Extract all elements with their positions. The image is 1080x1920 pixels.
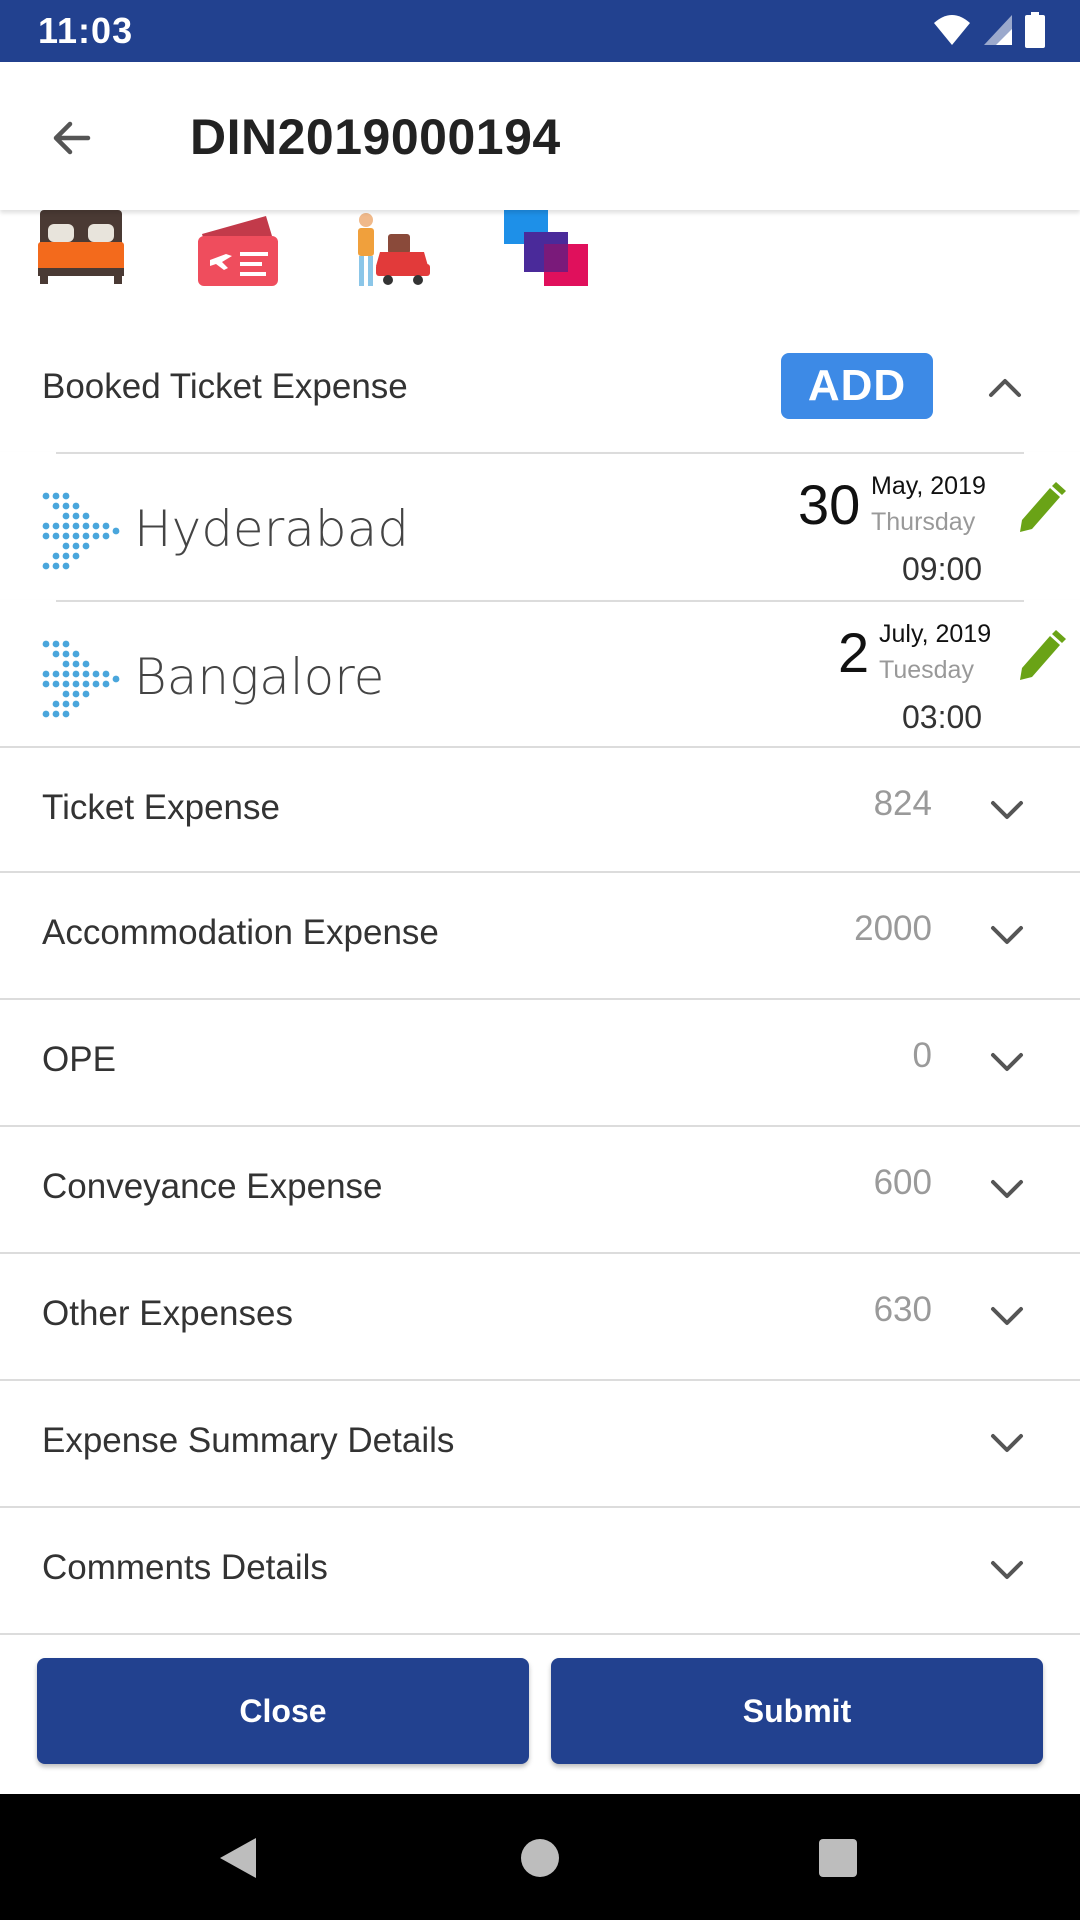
pencil-icon <box>1020 630 1066 680</box>
row-label: Other Expenses <box>42 1294 293 1333</box>
chevron-down-icon <box>991 1561 1023 1579</box>
submit-button[interactable]: Submit <box>551 1658 1043 1764</box>
triangle-back-icon <box>220 1838 256 1878</box>
row-label: Expense Summary Details <box>42 1421 455 1460</box>
expand-button[interactable] <box>982 911 1032 961</box>
nav-recents-button[interactable] <box>808 1828 868 1888</box>
chevron-down-icon <box>991 1307 1023 1325</box>
row-label: Ticket Expense <box>42 788 280 827</box>
expense-row-ope[interactable]: OPE 0 <box>0 1000 1080 1127</box>
navigation-bar <box>0 1794 1080 1920</box>
edit-button[interactable] <box>1014 626 1066 682</box>
status-icons <box>932 12 1046 48</box>
expand-button[interactable] <box>982 1419 1032 1469</box>
collapse-button[interactable] <box>975 359 1035 415</box>
add-button[interactable]: ADD <box>781 353 933 419</box>
battery-icon <box>1025 12 1045 48</box>
chevron-down-icon <box>991 1053 1023 1071</box>
app-bar: DIN2019000194 <box>0 62 1080 210</box>
square-recents-icon <box>819 1839 857 1877</box>
ticket-card[interactable]: Bangalore 2 July, 2019 Tuesday 03:00 <box>0 600 1080 748</box>
row-label: OPE <box>42 1040 116 1079</box>
ticket-card[interactable]: Hyderabad 30 May, 2019 Thursday 09:00 <box>0 452 1080 600</box>
expense-row-comments[interactable]: Comments Details <box>0 1508 1080 1635</box>
row-value: 824 <box>873 784 932 823</box>
date-time: 03:00 <box>902 699 983 735</box>
booked-ticket-header: Booked Ticket Expense ADD <box>0 335 1080 445</box>
expand-button[interactable] <box>982 1165 1032 1215</box>
section-title: Booked Ticket Expense <box>42 367 408 406</box>
row-label: Accommodation Expense <box>42 913 439 952</box>
nav-home-button[interactable] <box>510 1828 570 1888</box>
chevron-down-icon <box>991 926 1023 944</box>
chevron-up-icon <box>989 379 1021 397</box>
bed-icon[interactable] <box>36 210 126 290</box>
date-time: 09:00 <box>902 551 983 587</box>
nav-back-button[interactable] <box>208 1828 268 1888</box>
pencil-icon <box>1020 482 1066 532</box>
expense-row-accommodation[interactable]: Accommodation Expense 2000 <box>0 873 1080 1000</box>
city-name: Bangalore <box>134 648 385 706</box>
divider <box>56 600 1024 602</box>
row-label: Conveyance Expense <box>42 1167 383 1206</box>
date-month-year: July, 2019 <box>879 620 992 648</box>
date-month-year: May, 2019 <box>871 472 986 500</box>
category-icons <box>0 210 1080 290</box>
divider <box>56 452 1024 454</box>
edit-button[interactable] <box>1014 478 1066 534</box>
status-time: 11:03 <box>38 10 134 51</box>
expand-button[interactable] <box>982 1546 1032 1596</box>
traveller-icon[interactable] <box>348 210 438 290</box>
chevron-down-icon <box>991 1180 1023 1198</box>
wifi-icon <box>934 15 970 45</box>
expand-button[interactable] <box>982 1038 1032 1088</box>
flight-icon <box>42 640 120 718</box>
row-value: 600 <box>873 1163 932 1202</box>
row-value: 630 <box>873 1290 932 1329</box>
row-value: 2000 <box>854 909 932 948</box>
chevron-down-icon <box>991 801 1023 819</box>
expense-row-summary[interactable]: Expense Summary Details <box>0 1381 1080 1508</box>
close-button[interactable]: Close <box>37 1658 529 1764</box>
expense-row-conveyance[interactable]: Conveyance Expense 600 <box>0 1127 1080 1254</box>
status-bar: 11:03 <box>0 0 1080 62</box>
date-weekday: Thursday <box>871 508 976 536</box>
expense-row-ticket[interactable]: Ticket Expense 824 <box>0 746 1080 873</box>
date-day: 2 <box>838 621 870 684</box>
date-weekday: Tuesday <box>879 656 974 684</box>
chevron-down-icon <box>991 1434 1023 1452</box>
ticket-icon[interactable] <box>192 210 282 290</box>
row-label: Comments Details <box>42 1548 328 1587</box>
expense-row-other[interactable]: Other Expenses 630 <box>0 1254 1080 1381</box>
expand-button[interactable] <box>982 1292 1032 1342</box>
flight-icon <box>42 492 120 570</box>
arrow-left-icon <box>53 121 91 155</box>
expand-button[interactable] <box>982 786 1032 836</box>
signal-icon <box>984 15 1012 45</box>
back-button[interactable] <box>40 106 104 170</box>
other-icon[interactable] <box>504 210 594 290</box>
row-value: 0 <box>912 1036 932 1075</box>
circle-home-icon <box>521 1839 559 1877</box>
city-name: Hyderabad <box>134 500 409 558</box>
date-day: 30 <box>798 473 861 536</box>
page-title: DIN2019000194 <box>190 109 561 165</box>
